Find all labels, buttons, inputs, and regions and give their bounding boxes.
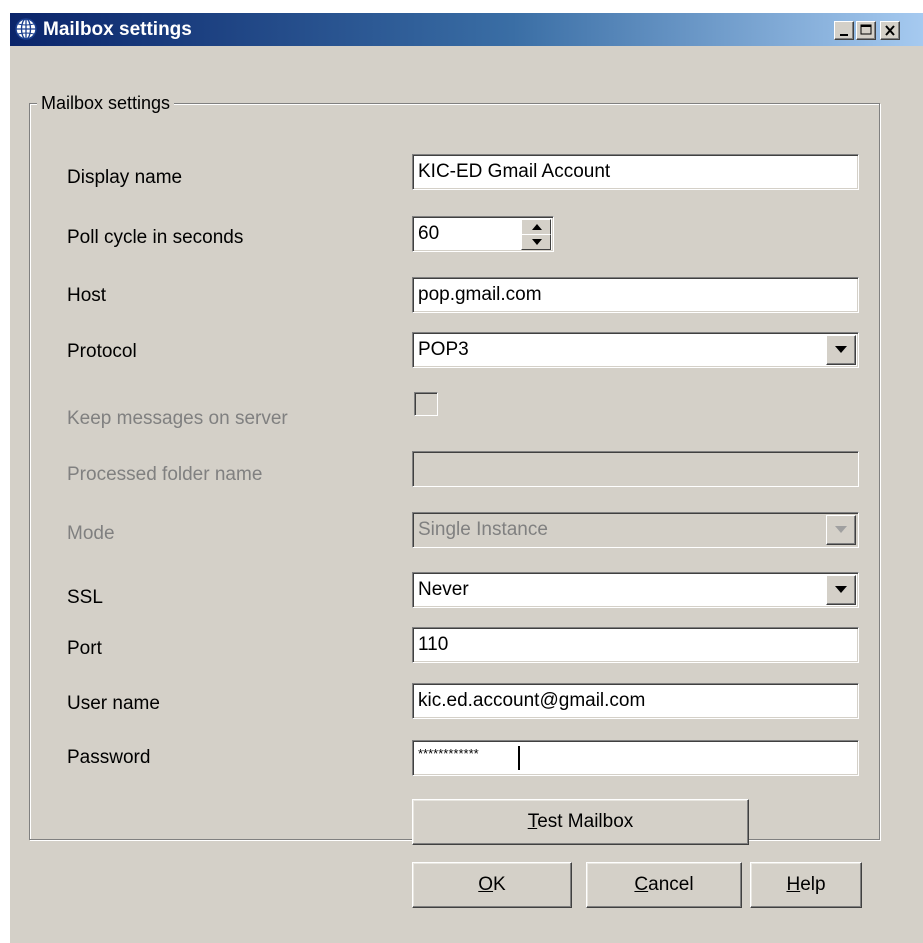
mode-label: Mode (67, 523, 115, 544)
close-button[interactable] (880, 21, 900, 40)
host-value: pop.gmail.com (418, 284, 542, 305)
mode-select[interactable]: Single Instance (412, 512, 859, 548)
help-text: elp (800, 874, 826, 895)
close-icon (885, 25, 895, 36)
keep-messages-label: Keep messages on server (67, 408, 288, 429)
chevron-down-icon (835, 346, 847, 353)
text-caret (518, 746, 520, 770)
test-mailbox-button[interactable]: Test Mailbox (412, 799, 749, 845)
host-label: Host (67, 285, 107, 306)
display-name-input[interactable]: KIC-ED Gmail Account (412, 154, 859, 190)
cancel-text: ancel (648, 874, 694, 895)
port-input[interactable]: 110 (412, 627, 859, 663)
keep-messages-checkbox[interactable] (414, 392, 438, 416)
spin-up-button[interactable] (521, 219, 551, 235)
test-mailbox-text: est Mailbox (537, 811, 634, 832)
host-input[interactable]: pop.gmail.com (412, 277, 859, 313)
ssl-select[interactable]: Never (412, 572, 859, 608)
ssl-value: Never (418, 579, 469, 600)
test-mailbox-accel: T (527, 811, 538, 832)
help-button[interactable]: Help (750, 862, 862, 908)
password-value: ************ (418, 746, 479, 761)
display-name-label: Display name (67, 167, 183, 188)
poll-cycle-stepper[interactable]: 60 (412, 216, 554, 252)
chevron-down-icon (835, 586, 847, 593)
password-label: Password (67, 747, 151, 768)
cancel-button[interactable]: Cancel (586, 862, 742, 908)
window-title: Mailbox settings (43, 19, 192, 40)
protocol-label: Protocol (67, 341, 137, 362)
port-label: Port (67, 638, 102, 659)
help-accel: H (786, 874, 801, 895)
spin-down-button[interactable] (521, 234, 551, 250)
mode-dropdown-button[interactable] (826, 515, 856, 545)
poll-cycle-label: Poll cycle in seconds (67, 227, 244, 248)
poll-cycle-value: 60 (418, 223, 440, 244)
port-value: 110 (418, 634, 449, 655)
cancel-accel: C (634, 874, 649, 895)
ok-button[interactable]: OK (412, 862, 572, 908)
maximize-button[interactable] (856, 21, 876, 40)
user-name-input[interactable]: kic.ed.account@gmail.com (412, 683, 859, 719)
ok-accel: O (478, 874, 494, 895)
maximize-icon (860, 24, 872, 35)
ssl-label: SSL (67, 587, 103, 608)
user-name-value: kic.ed.account@gmail.com (418, 690, 646, 711)
groupbox-label: Mailbox settings (37, 92, 175, 114)
arrow-down-icon (532, 239, 542, 245)
display-name-value: KIC-ED Gmail Account (418, 161, 611, 182)
minimize-icon (840, 34, 848, 36)
chevron-down-icon (835, 526, 847, 533)
processed-folder-input[interactable] (412, 451, 859, 487)
minimize-button[interactable] (834, 21, 854, 40)
user-name-label: User name (67, 693, 160, 714)
protocol-value: POP3 (418, 339, 469, 360)
ssl-dropdown-button[interactable] (826, 575, 856, 605)
protocol-dropdown-button[interactable] (826, 335, 856, 365)
globe-icon (15, 18, 37, 40)
arrow-up-icon (532, 224, 542, 230)
password-input[interactable]: ************ (412, 740, 859, 776)
protocol-select[interactable]: POP3 (412, 332, 859, 368)
ok-text: K (493, 874, 506, 895)
mode-value: Single Instance (418, 519, 548, 540)
title-bar[interactable]: Mailbox settings (10, 13, 923, 46)
processed-folder-label: Processed folder name (67, 464, 263, 485)
